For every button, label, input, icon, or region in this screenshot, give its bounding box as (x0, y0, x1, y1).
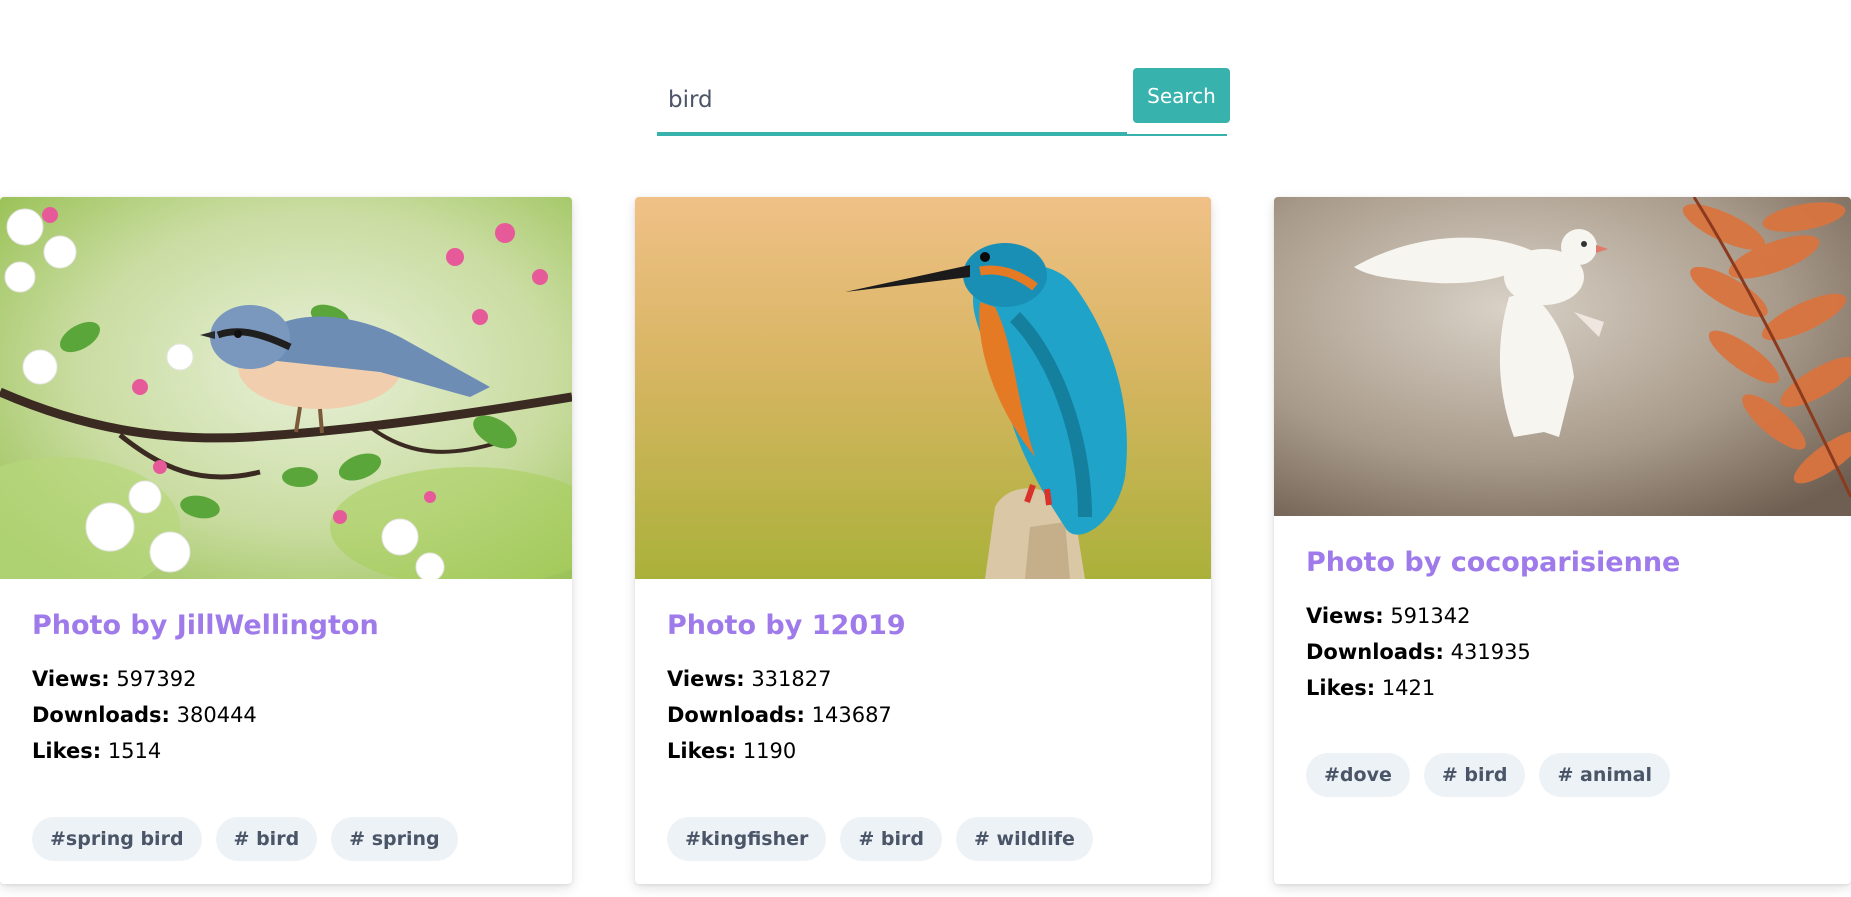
likes-label: Likes: (32, 739, 102, 763)
downloads-value: 431935 (1450, 640, 1531, 664)
tag-list: #kingfisher # bird # wildlife (667, 817, 1093, 861)
search-bar: Search (657, 68, 1231, 136)
likes-stat: Likes: 1421 (1306, 670, 1831, 706)
photographer-title[interactable]: Photo by JillWellington (32, 610, 552, 641)
search-button[interactable]: Search (1133, 68, 1230, 123)
photo-image[interactable] (1274, 197, 1851, 516)
tag[interactable]: # bird (840, 817, 942, 861)
photo-image[interactable] (0, 197, 572, 579)
views-value: 591342 (1390, 604, 1471, 628)
views-label: Views: (1306, 604, 1384, 628)
likes-value: 1421 (1381, 676, 1436, 700)
likes-stat: Likes: 1514 (32, 733, 552, 769)
downloads-stat: Downloads: 431935 (1306, 634, 1831, 670)
tag[interactable]: # bird (1423, 753, 1526, 797)
likes-stat: Likes: 1190 (667, 733, 1191, 769)
photo-card[interactable]: Photo by 12019 Views: 331827 Downloads: … (635, 197, 1211, 884)
card-body: Photo by cocoparisienne Views: 591342 Do… (1306, 547, 1831, 706)
downloads-stat: Downloads: 380444 (32, 697, 552, 733)
photo-card[interactable]: Photo by JillWellington Views: 597392 Do… (0, 197, 572, 884)
downloads-label: Downloads: (1306, 640, 1444, 664)
tag[interactable]: # bird (215, 817, 318, 861)
likes-value: 1190 (742, 739, 797, 763)
photographer-title[interactable]: Photo by 12019 (667, 610, 1191, 641)
photo-image[interactable] (635, 197, 1211, 579)
tag[interactable]: # spring (331, 817, 458, 861)
downloads-label: Downloads: (32, 703, 170, 727)
tag[interactable]: #kingfisher (667, 817, 827, 861)
views-label: Views: (32, 667, 110, 691)
views-stat: Views: 591342 (1306, 598, 1831, 634)
tag[interactable]: #spring bird (32, 817, 202, 861)
downloads-value: 380444 (176, 703, 257, 727)
likes-value: 1514 (107, 739, 162, 763)
tag[interactable]: # wildlife (956, 817, 1093, 861)
search-underline (657, 134, 1227, 136)
tag-list: #spring bird # bird # spring (32, 817, 458, 861)
views-value: 331827 (751, 667, 832, 691)
downloads-stat: Downloads: 143687 (667, 697, 1191, 733)
downloads-value: 143687 (811, 703, 892, 727)
photographer-title[interactable]: Photo by cocoparisienne (1306, 547, 1831, 578)
photo-card[interactable]: Photo by cocoparisienne Views: 591342 Do… (1274, 197, 1851, 884)
downloads-label: Downloads: (667, 703, 805, 727)
tag[interactable]: # animal (1539, 753, 1671, 797)
tag[interactable]: #dove (1306, 753, 1410, 797)
likes-label: Likes: (667, 739, 737, 763)
search-input[interactable] (657, 68, 1127, 134)
views-stat: Views: 331827 (667, 661, 1191, 697)
views-value: 597392 (116, 667, 197, 691)
tag-list: #dove # bird # animal (1306, 753, 1671, 797)
card-body: Photo by JillWellington Views: 597392 Do… (32, 610, 552, 769)
card-body: Photo by 12019 Views: 331827 Downloads: … (667, 610, 1191, 769)
views-stat: Views: 597392 (32, 661, 552, 697)
views-label: Views: (667, 667, 745, 691)
likes-label: Likes: (1306, 676, 1376, 700)
